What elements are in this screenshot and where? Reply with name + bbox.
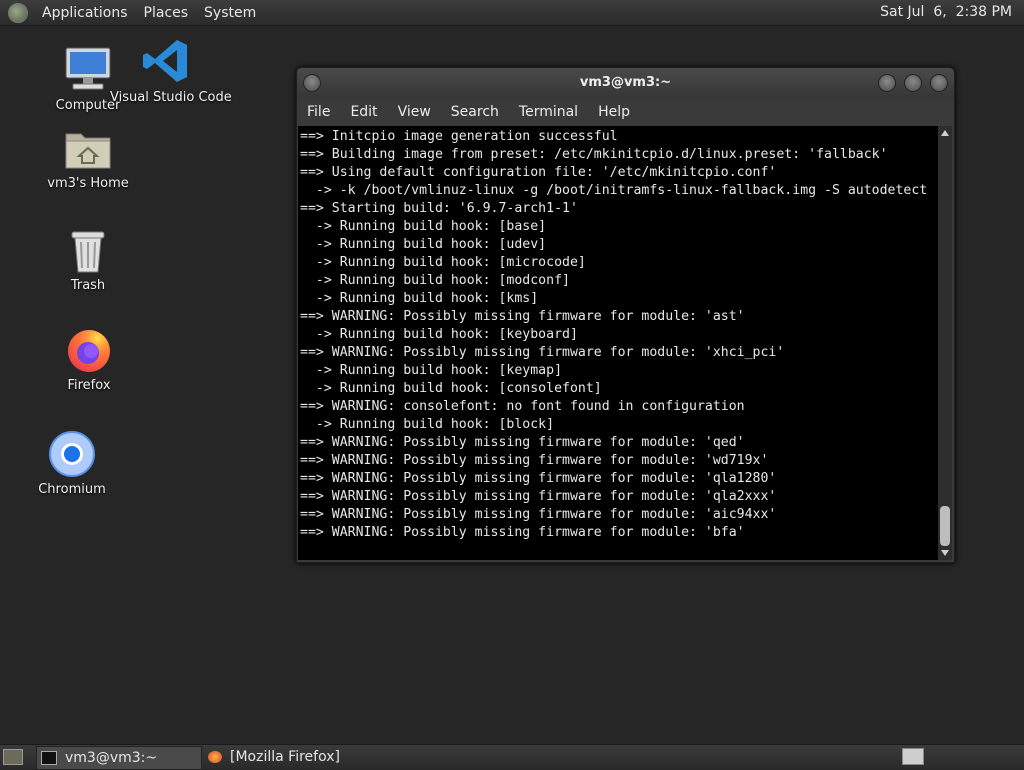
maximize-button[interactable] bbox=[904, 74, 922, 92]
clock[interactable]: Sat Jul 6, 2:38 PM bbox=[880, 4, 1012, 20]
desktop-icon-home[interactable]: vm3's Home bbox=[46, 126, 130, 191]
taskbar-item-label: vm3@vm3:~ bbox=[65, 750, 158, 766]
terminal-line: -> Running build hook: [microcode] bbox=[300, 255, 586, 270]
terminal-line: ==> WARNING: consolefont: no font found … bbox=[300, 399, 745, 414]
terminal-line: -> Running build hook: [udev] bbox=[300, 237, 547, 252]
menu-places[interactable]: Places bbox=[136, 5, 197, 21]
terminal-line: ==> Initcpio image generation successful bbox=[300, 129, 618, 144]
terminal-line: ==> Building image from preset: /etc/mki… bbox=[300, 147, 888, 162]
terminal-line: ==> WARNING: Possibly missing firmware f… bbox=[300, 345, 785, 360]
firefox-icon bbox=[208, 751, 222, 763]
terminal-line: ==> WARNING: Possibly missing firmware f… bbox=[300, 309, 745, 324]
terminal-text: ==> Initcpio image generation successful… bbox=[298, 126, 938, 542]
desktop-icon-firefox[interactable]: Firefox bbox=[58, 326, 120, 393]
trash-icon bbox=[71, 231, 105, 273]
menu-search[interactable]: Search bbox=[441, 104, 509, 120]
terminal-line: -> Running build hook: [kms] bbox=[300, 291, 539, 306]
terminal-icon bbox=[41, 751, 57, 765]
desktop-icon-vscode[interactable]: Visual Studio Code bbox=[110, 36, 232, 105]
distro-logo-icon[interactable] bbox=[8, 2, 28, 23]
terminal-output[interactable]: ==> Initcpio image generation successful… bbox=[298, 126, 938, 560]
desktop-icon-label: Visual Studio Code bbox=[110, 90, 232, 105]
desktop-icon-label: Chromium bbox=[38, 482, 106, 497]
menu-help[interactable]: Help bbox=[588, 104, 640, 120]
terminal-line: -> Running build hook: [keymap] bbox=[300, 363, 563, 378]
terminal-line: ==> WARNING: Possibly missing firmware f… bbox=[300, 507, 777, 522]
terminal-line: -> -k /boot/vmlinuz-linux -g /boot/initr… bbox=[300, 183, 928, 198]
terminal-line: ==> WARNING: Possibly missing firmware f… bbox=[300, 435, 745, 450]
taskbar-item-label: [Mozilla Firefox] bbox=[230, 749, 340, 765]
vscode-icon bbox=[143, 40, 187, 82]
window-title: vm3@vm3:~ bbox=[579, 75, 672, 90]
top-panel: Applications Places System Sat Jul 6, 2:… bbox=[0, 0, 1024, 26]
computer-icon bbox=[65, 47, 111, 90]
terminal-scrollbar[interactable] bbox=[938, 126, 952, 560]
desktop-icon-label: Firefox bbox=[67, 378, 111, 393]
desktop-icon-chromium[interactable]: Chromium bbox=[38, 430, 106, 497]
terminal-line: -> Running build hook: [block] bbox=[300, 417, 555, 432]
menu-edit[interactable]: Edit bbox=[340, 104, 387, 120]
terminal-line: -> Running build hook: [keyboard] bbox=[300, 327, 578, 342]
terminal-window[interactable]: vm3@vm3:~ File Edit View Search Terminal… bbox=[296, 67, 955, 563]
window-titlebar[interactable]: vm3@vm3:~ bbox=[297, 68, 954, 98]
home-folder-icon bbox=[65, 133, 111, 169]
chromium-icon bbox=[49, 431, 95, 477]
desktop-icon-trash[interactable]: Trash bbox=[58, 228, 118, 293]
taskbar-item-firefox[interactable]: [Mozilla Firefox] bbox=[204, 746, 404, 768]
terminal-line: ==> WARNING: Possibly missing firmware f… bbox=[300, 453, 769, 468]
desktop-icon-label: vm3's Home bbox=[47, 176, 129, 191]
terminal-line: ==> Starting build: '6.9.7-arch1-1' bbox=[300, 201, 578, 216]
menu-view[interactable]: View bbox=[388, 104, 441, 120]
menu-terminal[interactable]: Terminal bbox=[509, 104, 588, 120]
close-button[interactable] bbox=[930, 74, 948, 92]
menu-system[interactable]: System bbox=[196, 5, 264, 21]
terminal-line: -> Running build hook: [consolefont] bbox=[300, 381, 602, 396]
menu-file[interactable]: File bbox=[297, 104, 340, 120]
scrollbar-thumb[interactable] bbox=[940, 506, 950, 546]
window-menubar: File Edit View Search Terminal Help bbox=[297, 98, 954, 126]
terminal-line: ==> WARNING: Possibly missing firmware f… bbox=[300, 489, 777, 504]
workspace-switcher[interactable] bbox=[902, 748, 924, 765]
firefox-icon bbox=[68, 330, 110, 372]
scroll-up-icon[interactable] bbox=[941, 130, 949, 136]
taskbar-item-terminal[interactable]: vm3@vm3:~ bbox=[36, 746, 202, 770]
show-desktop-icon[interactable] bbox=[3, 749, 23, 765]
scroll-down-icon[interactable] bbox=[941, 550, 949, 556]
menu-applications[interactable]: Applications bbox=[34, 5, 136, 21]
terminal-line: -> Running build hook: [base] bbox=[300, 219, 547, 234]
terminal-line: -> Running build hook: [modconf] bbox=[300, 273, 570, 288]
terminal-line: ==> Using default configuration file: '/… bbox=[300, 165, 777, 180]
desktop-icon-label: Trash bbox=[70, 278, 106, 293]
terminal-line: ==> WARNING: Possibly missing firmware f… bbox=[300, 471, 777, 486]
bottom-panel: vm3@vm3:~ [Mozilla Firefox] bbox=[0, 744, 1024, 770]
minimize-button[interactable] bbox=[878, 74, 896, 92]
terminal-line: ==> WARNING: Possibly missing firmware f… bbox=[300, 525, 745, 540]
